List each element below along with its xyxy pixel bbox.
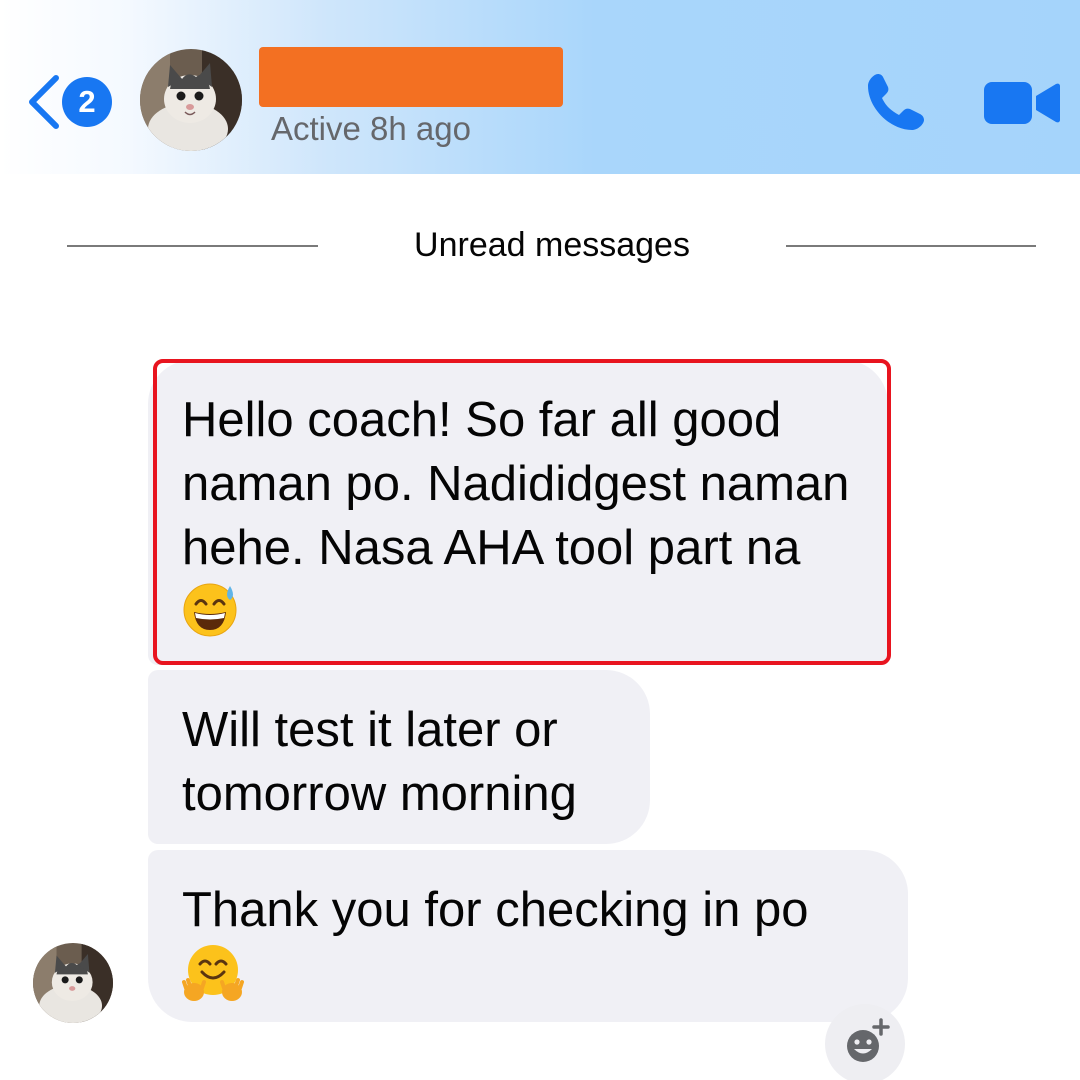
add-reaction-icon: [847, 1018, 890, 1062]
messenger-chat-screen: 2 Active 8h ago Unread messages Hello co…: [0, 0, 1080, 1080]
message-bubble[interactable]: Thank you for checking in po: [148, 850, 908, 1022]
chat-header: 2 Active 8h ago: [0, 0, 1080, 174]
add-reaction-button[interactable]: [825, 1004, 905, 1080]
cat-photo: [140, 49, 242, 151]
back-button[interactable]: 2: [22, 68, 118, 136]
divider-line-right: [786, 245, 1036, 247]
unread-count-badge: 2: [62, 77, 112, 127]
contact-name-redacted: [259, 47, 563, 107]
message-text: Thank you for checking in po: [182, 883, 809, 937]
message-text: Will test it later or tomorrow morning: [182, 703, 577, 821]
cat-photo: [33, 943, 113, 1023]
unread-messages-divider: Unread messages: [414, 226, 690, 264]
hugging-face-emoji: [182, 942, 244, 1020]
video-camera-icon: [984, 82, 1060, 124]
highlight-box: [153, 359, 891, 665]
presence-status: Active 8h ago: [271, 110, 471, 147]
contact-avatar[interactable]: [140, 49, 242, 151]
message-bubble[interactable]: Will test it later or tomorrow morning: [148, 670, 650, 844]
video-call-button[interactable]: [984, 78, 1060, 128]
phone-icon: [868, 74, 924, 130]
audio-call-button[interactable]: [864, 70, 930, 134]
chevron-left-icon: [29, 75, 59, 129]
divider-line-left: [67, 245, 318, 247]
sender-avatar[interactable]: [33, 943, 113, 1023]
